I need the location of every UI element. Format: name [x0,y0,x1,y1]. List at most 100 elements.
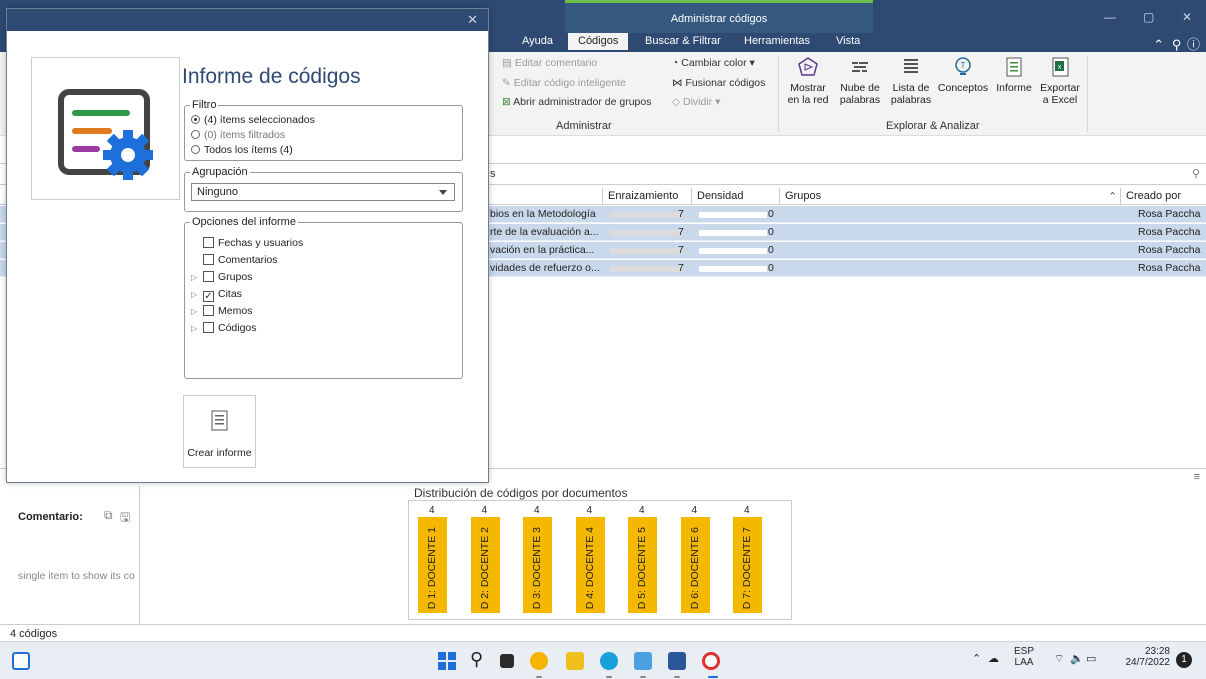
expand-icon[interactable]: ▷ [191,324,203,333]
notification-badge[interactable]: 1 [1176,652,1192,668]
merge-codes-button[interactable]: ⋈ Fusionar códigos [672,77,765,89]
row-root: 7 [678,208,684,220]
start-icon[interactable] [438,652,456,670]
column-separator [691,188,692,205]
svg-text:T: T [961,61,966,70]
row-density: 0 [768,244,774,256]
col-densidad[interactable]: Densidad [697,190,743,202]
report-button[interactable]: Informe [994,56,1034,94]
filter-option-label: Todos los ítems (4) [204,144,293,156]
create-report-label: Crear informe [187,447,252,459]
checkbox-icon [203,322,214,333]
menu-icon[interactable]: ≡ [1194,471,1200,483]
chart-bar-value: 4 [691,505,698,516]
row-author: Rosa Paccha [1138,244,1201,256]
col-enraizamiento[interactable]: Enraizamiento [608,190,678,202]
search-input[interactable]: s [490,168,496,180]
save-icon[interactable]: 🖫 [120,508,130,529]
word-list-label-2: palabras [890,94,932,106]
option-comentarios[interactable]: Comentarios [191,254,278,266]
change-color-button[interactable]: ◔ Cambiar color ▾ [672,57,755,69]
chart-category-label: D 1: DOCENTE 1 [426,527,438,610]
task-view-icon[interactable] [500,654,514,668]
edge-icon[interactable] [600,652,618,670]
chrome-icon[interactable] [530,652,548,670]
file-explorer-icon[interactable] [566,652,584,670]
filter-option-filtered[interactable]: (0) ítems filtrados [191,129,285,141]
minimize-icon[interactable]: — [1104,10,1116,24]
language-indicator[interactable]: ESP LAA [1014,646,1034,668]
tray-chevron-icon[interactable]: ⌃ [972,652,981,665]
atlas-ti-icon[interactable] [702,652,720,670]
checkbox-icon [203,254,214,265]
collapse-ribbon-icon[interactable]: ⌃ [1153,37,1164,52]
radio-icon [191,145,200,154]
option-fechas-usuarios[interactable]: Fechas y usuarios [191,237,303,249]
filter-option-all[interactable]: Todos los ítems (4) [191,144,293,156]
option-label: Comentarios [218,254,278,266]
col-creado-por[interactable]: Creado por [1126,190,1181,202]
merge-codes-label: Fusionar códigos [685,77,766,89]
taskbar-search-icon[interactable]: ⚲ [470,649,483,670]
onedrive-icon[interactable]: ☁ [988,652,999,665]
widgets-icon[interactable] [12,652,30,670]
word-list-icon [904,59,918,73]
radio-icon [191,115,200,124]
edit-comment-button[interactable]: ▤ Editar comentario [502,57,597,69]
open-external-icon[interactable]: ⧉ [104,508,113,523]
tab-buscar-filtrar[interactable]: Buscar & Filtrar [645,35,721,47]
tab-codigos[interactable]: Códigos [568,33,629,50]
expand-icon[interactable]: ▷ [191,273,203,282]
word-icon[interactable] [668,652,686,670]
concepts-label: Conceptos [937,82,989,94]
lightbulb-icon: T [955,57,971,75]
option-citas[interactable]: ▷ ✓ Citas [191,288,242,302]
option-grupos[interactable]: ▷ Grupos [191,271,252,283]
wifi-icon[interactable]: ⌔ [1054,652,1064,666]
battery-icon[interactable]: ▭ [1086,652,1096,665]
edit-smart-code-button[interactable]: ✎ Editar código inteligente [502,77,626,89]
search-icon[interactable]: ⚲ [1192,167,1200,180]
concepts-button[interactable]: T Conceptos [936,56,990,94]
filter-option-selected[interactable]: (4) ítems seleccionados [191,114,315,126]
photos-icon[interactable] [634,652,652,670]
tab-ayuda[interactable]: Ayuda [522,35,553,47]
option-memos[interactable]: ▷ Memos [191,305,252,317]
export-excel-button[interactable]: x Exportar a Excel [1038,56,1082,106]
tab-vista[interactable]: Vista [836,35,860,47]
tab-herramientas[interactable]: Herramientas [744,35,810,47]
restore-icon[interactable]: ▢ [1143,10,1154,24]
clock-time: 23:28 [1144,646,1170,657]
edit-comment-label: Editar comentario [514,57,598,69]
split-button[interactable]: ◇ Dividir ▾ [672,96,720,108]
dialog-close-icon[interactable]: ✕ [467,12,478,28]
option-codigos[interactable]: ▷ Códigos [191,322,257,334]
row-root: 7 [678,244,684,256]
chart-category-label: D 5: DOCENTE 5 [636,527,648,610]
grouping-select[interactable]: Ninguno [191,183,455,201]
filter-group: Filtro (4) ítems seleccionados (0) ítems… [184,99,463,161]
header-icons[interactable]: ⌃ ⚲ ⓘ [1153,34,1200,53]
sort-asc-icon[interactable]: ⌃ [1108,190,1117,203]
option-label: Grupos [218,271,253,283]
word-list-button[interactable]: Lista de palabras [888,56,934,106]
density-bar [699,230,767,236]
expand-icon[interactable]: ▷ [191,290,203,299]
create-report-button[interactable]: Crear informe [183,395,256,468]
volume-icon[interactable]: 🔈 [1070,652,1084,665]
user-icon[interactable]: ⚲ [1172,37,1182,52]
help-icon[interactable]: ⓘ [1187,37,1200,52]
column-separator [779,188,780,205]
open-group-manager-button[interactable]: ⊠ Abrir administrador de grupos [502,96,651,108]
expand-icon[interactable]: ▷ [191,307,203,316]
close-icon[interactable]: ✕ [1182,10,1192,24]
dialog-title: Informe de códigos [182,65,361,88]
word-cloud-button[interactable]: Nube de palabras [838,56,882,106]
clock[interactable]: 23:28 24/7/2022 [1122,646,1171,668]
show-network-button[interactable]: Mostrar en la red [786,56,830,106]
col-grupos[interactable]: Grupos [785,190,821,202]
filter-legend: Filtro [190,99,219,111]
show-network-label-2: en la red [787,94,829,106]
context-tab-title: Administrar códigos [565,0,873,33]
ribbon-separator [778,56,779,132]
